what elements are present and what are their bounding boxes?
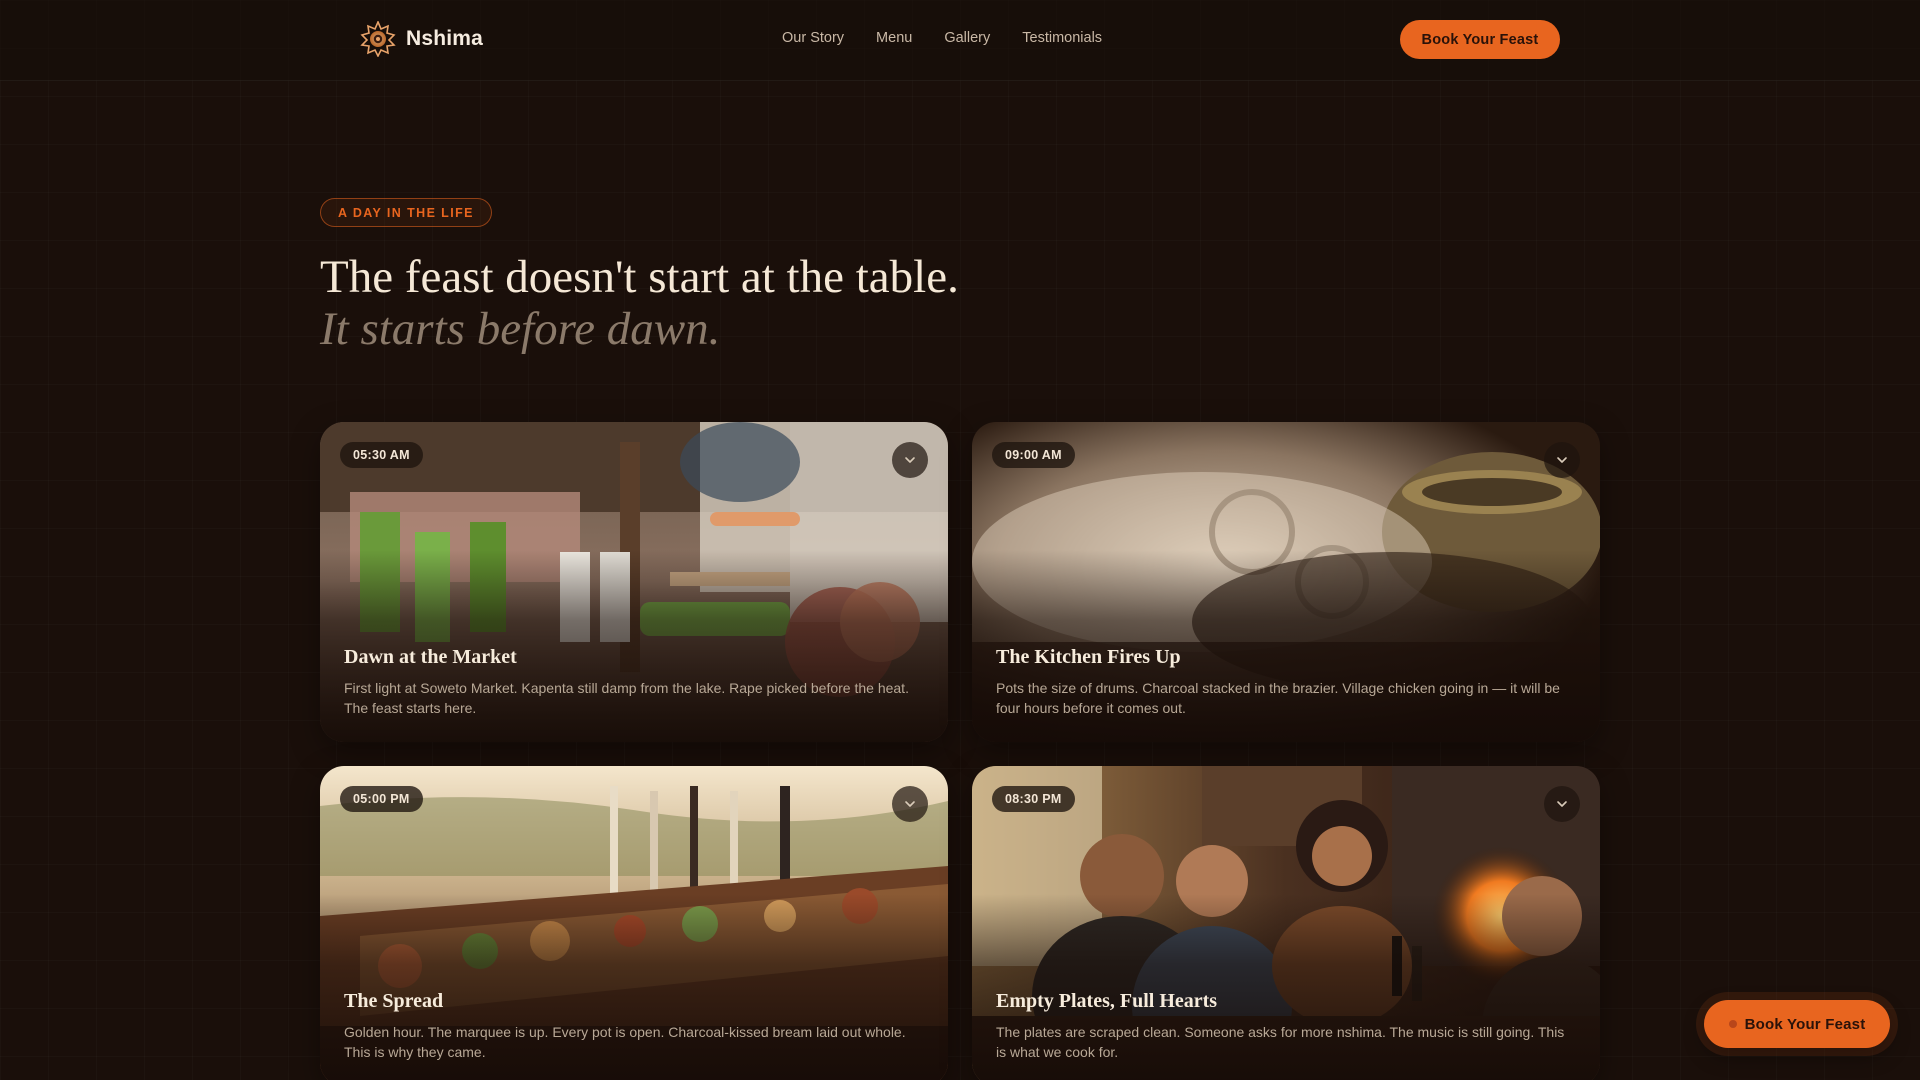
card-description: The plates are scraped clean. Someone as… xyxy=(996,1024,1565,1060)
timeline-card-kitchen[interactable]: 09:00 AM The Kitchen Fires Up Pots the s… xyxy=(972,422,1600,742)
site-header: Nshima Our Story Menu Gallery Testimonia… xyxy=(0,0,1920,81)
hero-headline: The feast doesn't start at the table. xyxy=(320,251,959,303)
expand-card-button[interactable] xyxy=(892,442,928,478)
time-badge: 08:30 PM xyxy=(992,786,1075,812)
nav-testimonials[interactable]: Testimonials xyxy=(1022,30,1102,46)
expand-card-button[interactable] xyxy=(1544,786,1580,822)
card-title: Dawn at the Market xyxy=(344,646,517,668)
timeline-card-empty-plates[interactable]: 08:30 PM Empty Plates, Full Hearts The p… xyxy=(972,766,1600,1080)
status-dot-icon xyxy=(1728,1020,1737,1028)
hero-subheadline: It starts before dawn. xyxy=(320,303,721,355)
main-nav: Our Story Menu Gallery Testimonials xyxy=(782,30,1102,46)
sun-emblem-icon xyxy=(360,21,396,57)
section-eyebrow-badge: A DAY IN THE LIFE xyxy=(320,198,492,227)
expand-card-button[interactable] xyxy=(1544,442,1580,478)
expand-card-button[interactable] xyxy=(892,786,928,822)
floating-cta-label: Book Your Feast xyxy=(1744,1015,1866,1033)
time-badge: 05:00 PM xyxy=(340,786,423,812)
chevron-down-icon xyxy=(1557,801,1567,807)
chevron-down-icon xyxy=(905,457,915,463)
brand-name: Nshima xyxy=(406,27,484,50)
book-feast-button[interactable]: Book Your Feast xyxy=(1400,20,1560,59)
floating-book-feast-button[interactable]: Book Your Feast xyxy=(1704,1000,1890,1048)
card-title: Empty Plates, Full Hearts xyxy=(996,990,1218,1012)
chevron-down-icon xyxy=(905,801,915,807)
chevron-down-icon xyxy=(1557,457,1567,463)
brand-logo-link[interactable]: Nshima xyxy=(360,21,483,57)
card-description: First light at Soweto Market. Kapenta st… xyxy=(344,680,909,716)
card-title: The Kitchen Fires Up xyxy=(996,646,1181,668)
time-badge: 09:00 AM xyxy=(992,442,1075,468)
card-description: Golden hour. The marquee is up. Every po… xyxy=(344,1024,906,1060)
timeline-card-spread[interactable]: 05:00 PM The Spread Golden hour. The mar… xyxy=(320,766,948,1080)
nav-menu[interactable]: Menu xyxy=(876,30,912,46)
timeline-card-market[interactable]: 05:30 AM Dawn at the Market First light … xyxy=(320,422,948,742)
nav-our-story[interactable]: Our Story xyxy=(782,30,844,46)
time-badge: 05:30 AM xyxy=(340,442,423,468)
card-description: Pots the size of drums. Charcoal stacked… xyxy=(996,680,1560,716)
card-title: The Spread xyxy=(344,990,444,1012)
nav-gallery[interactable]: Gallery xyxy=(944,30,990,46)
